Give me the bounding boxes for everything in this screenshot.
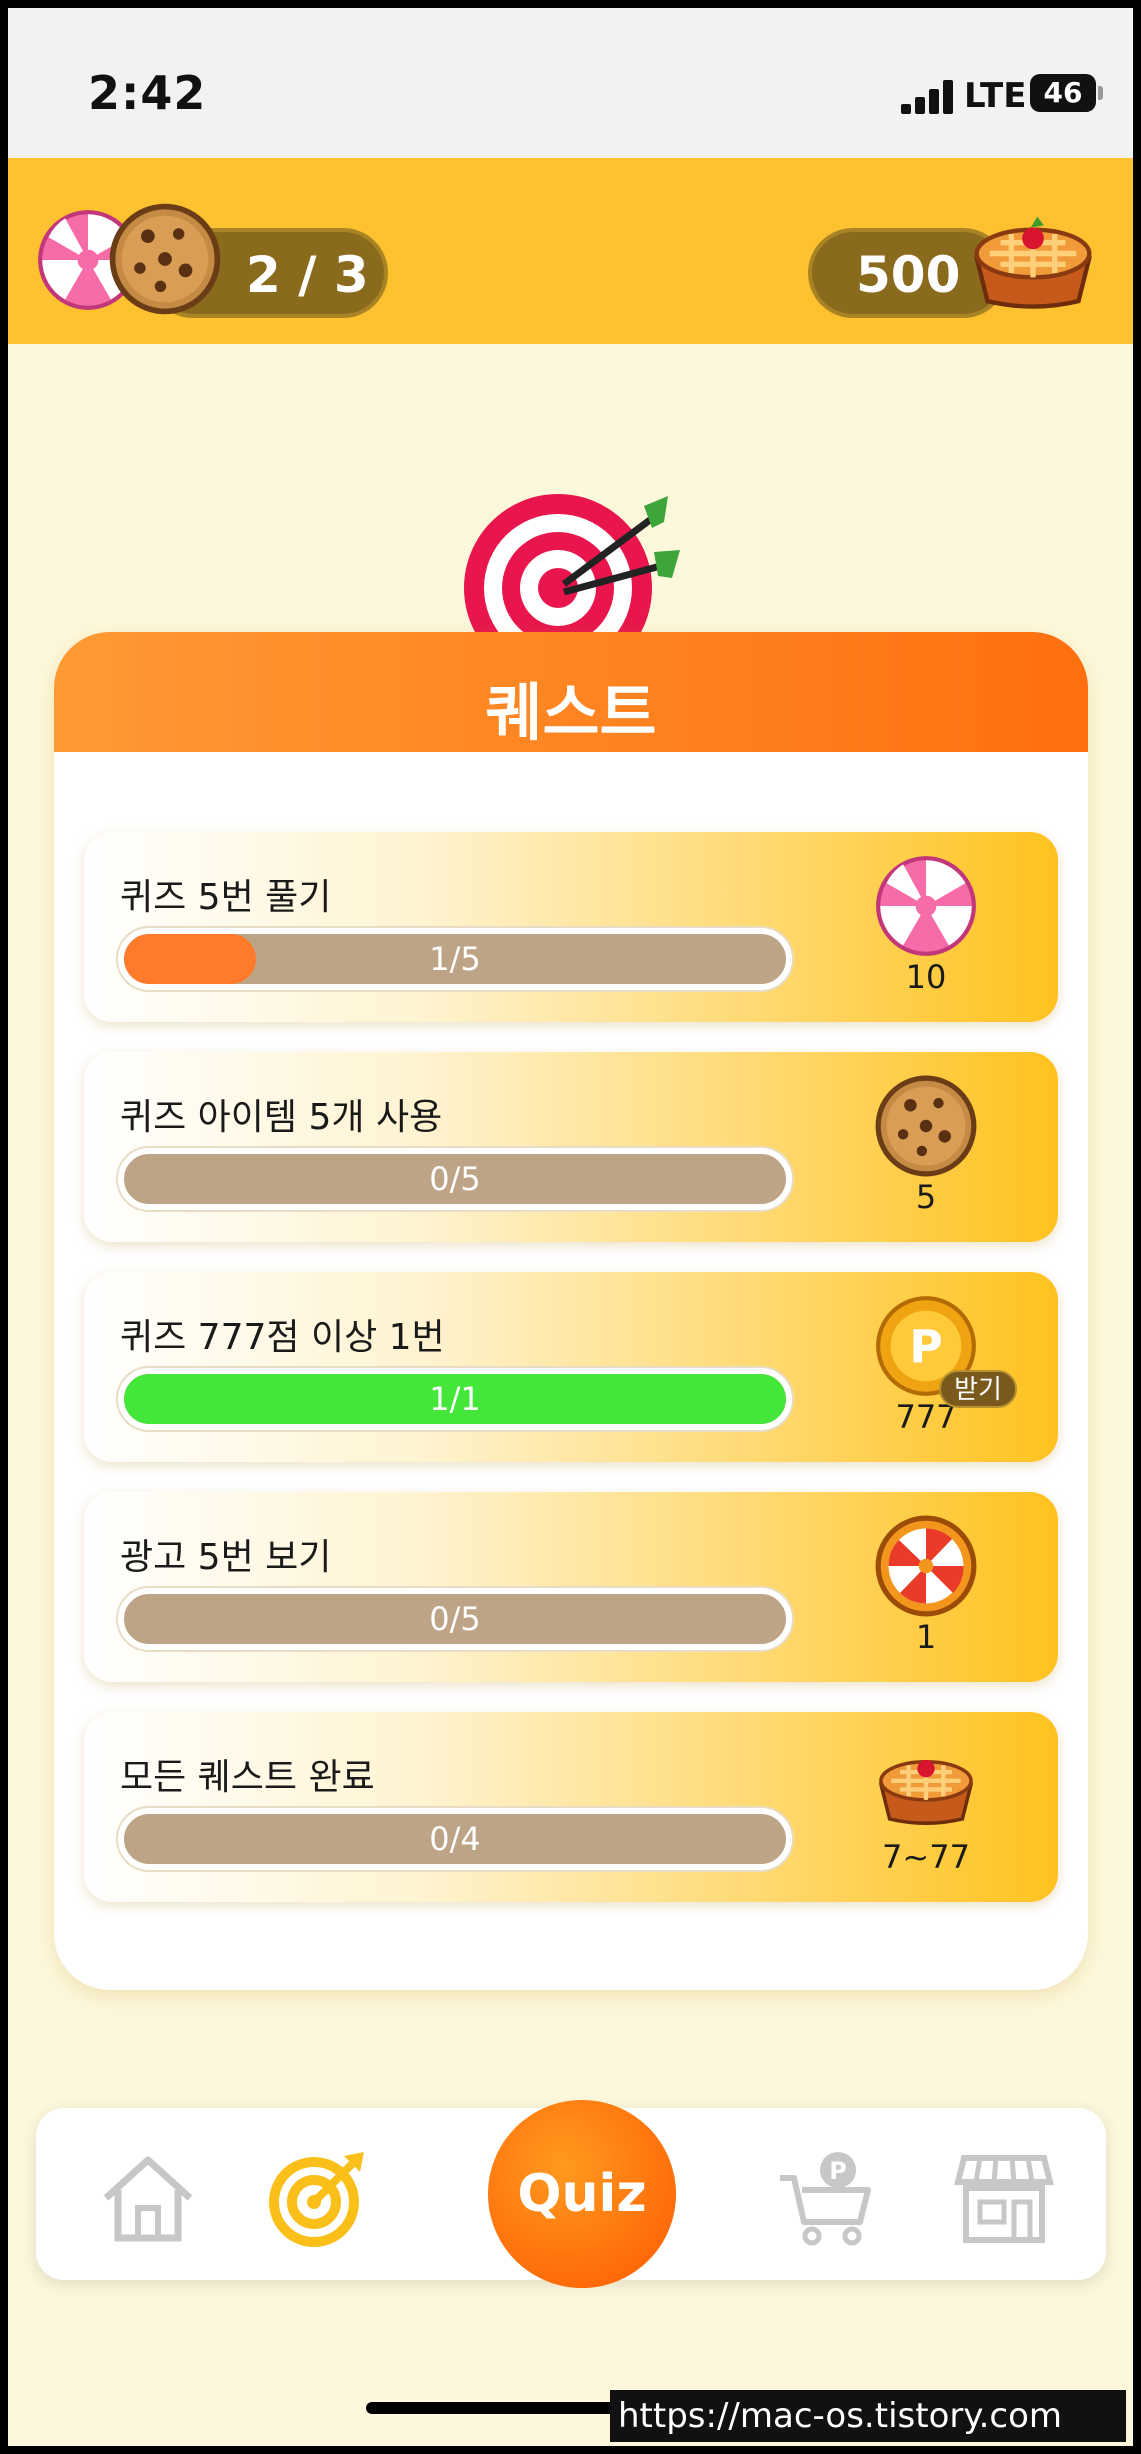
quest-label: 광고 5번 보기 xyxy=(120,1537,332,1578)
quest-progress-bar: 0/5 xyxy=(118,1148,792,1210)
cookie-icon xyxy=(875,1075,977,1177)
roulette-icon xyxy=(875,1515,977,1617)
signal-icon xyxy=(901,80,961,114)
point-shop-cart-icon[interactable]: P xyxy=(776,2148,876,2248)
quest-progress-text: 1/5 xyxy=(429,940,481,978)
pie-count: 500 xyxy=(856,246,961,304)
bottom-nav: Quiz P xyxy=(36,2100,1106,2288)
pie-icon xyxy=(878,1760,974,1825)
candy-icon xyxy=(876,856,976,956)
reward-value: 5 xyxy=(915,1178,937,1216)
quest-progress-bar: 0/5 xyxy=(118,1588,792,1650)
quest-label: 모든 퀘스트 완료 xyxy=(120,1757,375,1798)
quest-title: 퀘스트 xyxy=(485,676,657,749)
quest-progress-text: 0/4 xyxy=(429,1820,481,1858)
quest-card: 퀴즈 777점 이상 1번 1/1 P 777 받기 xyxy=(84,1272,1058,1462)
reward-value: 10 xyxy=(905,958,947,996)
store-icon[interactable] xyxy=(954,2148,1054,2248)
cookie-icon xyxy=(109,203,221,315)
quest-progress-bar: 1/1 xyxy=(118,1368,792,1430)
reward-value: 7~77 xyxy=(882,1838,970,1876)
quest-card: 모든 퀘스트 완료 0/4 7~77 xyxy=(84,1712,1058,1902)
quest-progress-text: 1/1 xyxy=(429,1380,481,1418)
quest-progress-text: 0/5 xyxy=(429,1160,481,1198)
svg-text:P: P xyxy=(829,2157,847,2185)
svg-text:P: P xyxy=(909,1321,943,1374)
quest-progress-bar: 1/5 xyxy=(118,928,792,990)
lives-count: 2 / 3 xyxy=(246,246,369,304)
quest-progress-text: 0/5 xyxy=(429,1600,481,1638)
quest-label: 퀴즈 아이템 5개 사용 xyxy=(120,1097,443,1138)
quest-progress-bar: 0/4 xyxy=(118,1808,792,1870)
quest-title-bar: 퀘스트 xyxy=(54,632,1088,752)
quest-card: 광고 5번 보기 0/5 1 xyxy=(84,1492,1058,1682)
status-bar: 2:42 LTE 46 xyxy=(8,8,1133,158)
quiz-button[interactable]: Quiz xyxy=(488,2100,676,2288)
quest-label: 퀴즈 5번 풀기 xyxy=(120,877,332,918)
claim-button[interactable]: 받기 xyxy=(939,1370,1017,1408)
battery-icon: 46 xyxy=(1030,74,1103,112)
top-header: 2 / 3 500 xyxy=(8,158,1133,344)
app-screen: 2:42 LTE 46 2 / 3 500 퀘스트 퀴즈 5번 풀기 1/5 1… xyxy=(8,8,1133,2446)
quest-card: 퀴즈 5번 풀기 1/5 10 xyxy=(84,832,1058,1022)
pie-icon xyxy=(974,216,1092,309)
reward-value: 1 xyxy=(915,1618,937,1656)
status-time: 2:42 xyxy=(88,66,207,120)
quest-panel: 퀘스트 퀴즈 5번 풀기 1/5 10 퀴즈 아이템 5개 사용 0/5 5 퀴… xyxy=(54,632,1088,1990)
target-icon[interactable] xyxy=(268,2148,368,2248)
network-label: LTE xyxy=(964,76,1027,116)
quest-label: 퀴즈 777점 이상 1번 xyxy=(120,1317,445,1358)
home-icon[interactable] xyxy=(98,2148,198,2248)
quest-card: 퀴즈 아이템 5개 사용 0/5 5 xyxy=(84,1052,1058,1242)
watermark: https://mac-os.tistory.com xyxy=(610,2390,1126,2442)
